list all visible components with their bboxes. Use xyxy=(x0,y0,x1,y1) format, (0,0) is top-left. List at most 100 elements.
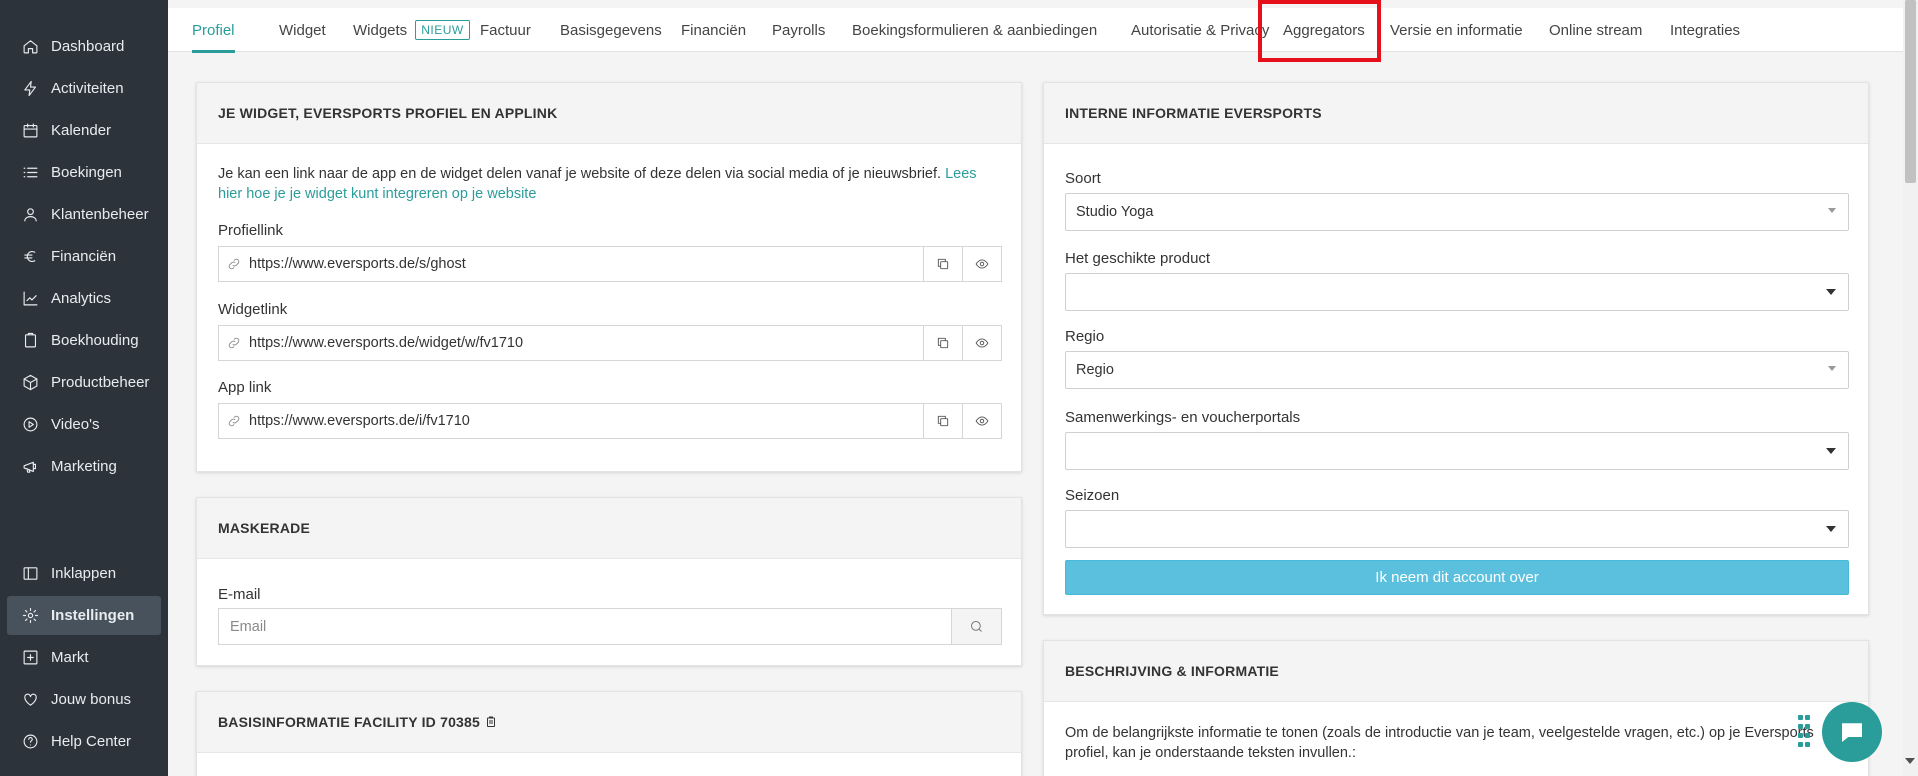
internal-info-card: INTERNE INFORMATIE EVERSPORTS Soort Stud… xyxy=(1043,82,1869,615)
sidebar-item-productbeheer[interactable]: Productbeheer xyxy=(7,363,161,402)
copy-icon xyxy=(937,258,949,270)
sidebar-item-label: Analytics xyxy=(51,290,112,307)
tab-versie-informatie[interactable]: Versie en informatie xyxy=(1378,8,1535,52)
search-icon xyxy=(971,621,982,632)
tab-factuur[interactable]: Factuur xyxy=(468,8,543,52)
tab-label: Financiën xyxy=(681,21,747,39)
scroll-down-arrow-icon[interactable] xyxy=(1905,758,1915,764)
tab-widgets[interactable]: Widgets NIEUW xyxy=(341,8,482,52)
sidebar-item-label: Activiteiten xyxy=(51,80,124,97)
tab-online-stream[interactable]: Online stream xyxy=(1537,8,1654,52)
sidebar: Dashboard Activiteiten Kalender Boekinge… xyxy=(0,0,168,776)
sidebar-item-label: Inklappen xyxy=(51,565,117,582)
home-icon xyxy=(21,38,39,56)
region-select[interactable]: Regio xyxy=(1065,351,1849,389)
play-circle-icon xyxy=(21,416,39,434)
portals-label: Samenwerkings- en voucherportals xyxy=(1065,409,1301,426)
sidebar-item-label: Markt xyxy=(51,649,89,666)
email-input[interactable] xyxy=(219,609,951,644)
preview-app-link-button[interactable] xyxy=(962,404,1001,438)
sidebar-item-label: Video's xyxy=(51,416,100,433)
type-select[interactable]: Studio Yoga xyxy=(1065,193,1849,231)
tab-boekingsformulieren[interactable]: Boekingsformulieren & aanbiedingen xyxy=(840,8,1109,52)
tab-profiel[interactable]: Profiel xyxy=(180,8,247,53)
tab-aggregators[interactable]: Aggregators xyxy=(1271,8,1377,52)
card-title: BASISINFORMATIE FACILITY ID 70385 xyxy=(197,692,1021,753)
chat-button[interactable] xyxy=(1822,702,1882,762)
sidebar-item-help-center[interactable]: Help Center xyxy=(7,722,161,761)
tab-widget[interactable]: Widget xyxy=(267,8,338,52)
copy-icon xyxy=(937,415,949,427)
profile-link-label: Profiellink xyxy=(218,222,284,239)
sidebar-item-label: Dashboard xyxy=(51,38,125,55)
tab-basisgegevens[interactable]: Basisgegevens xyxy=(548,8,674,52)
tab-label: Boekingsformulieren & aanbiedingen xyxy=(852,21,1098,39)
app-link-field[interactable]: https://www.eversports.de/i/fv1710 xyxy=(218,403,1002,439)
product-select[interactable] xyxy=(1065,273,1849,311)
copy-widget-link-button[interactable] xyxy=(923,326,962,360)
profile-link-url[interactable]: https://www.eversports.de/s/ghost xyxy=(249,256,923,272)
sidebar-item-label: Boekhouding xyxy=(51,332,139,349)
season-label: Seizoen xyxy=(1065,487,1120,504)
sidebar-item-analytics[interactable]: Analytics xyxy=(7,279,161,318)
basic-info-card: BASISINFORMATIE FACILITY ID 70385 xyxy=(196,691,1022,776)
sidebar-item-kalender[interactable]: Kalender xyxy=(7,111,161,150)
copy-icon xyxy=(937,337,949,349)
scrollbar-thumb[interactable] xyxy=(1905,0,1916,183)
help-circle-icon xyxy=(21,733,39,751)
preview-profile-link-button[interactable] xyxy=(962,247,1001,281)
sidebar-item-marketing[interactable]: Marketing xyxy=(7,447,161,486)
sidebar-item-klantenbeheer[interactable]: Klantenbeheer xyxy=(7,195,161,234)
eye-icon xyxy=(975,338,989,348)
season-select[interactable] xyxy=(1065,510,1849,548)
app-link-url[interactable]: https://www.eversports.de/i/fv1710 xyxy=(249,413,923,429)
megaphone-icon xyxy=(21,458,39,476)
basic-info-title: BASISINFORMATIE FACILITY ID 70385 xyxy=(218,714,481,730)
user-icon xyxy=(21,206,39,224)
description-card: BESCHRIJVING & INFORMATIE Om de belangri… xyxy=(1043,640,1869,776)
eye-icon xyxy=(975,259,989,269)
sidebar-item-inklappen[interactable]: Inklappen xyxy=(7,554,161,593)
take-over-account-button[interactable]: Ik neem dit account over xyxy=(1065,560,1849,595)
tab-integraties[interactable]: Integraties xyxy=(1658,8,1752,52)
tab-financien[interactable]: Financiën xyxy=(669,8,758,52)
sidebar-item-activiteiten[interactable]: Activiteiten xyxy=(7,69,161,108)
clipboard-copy-icon[interactable] xyxy=(485,716,497,728)
drag-handle-icon[interactable] xyxy=(1798,715,1810,749)
settings-tabs: Profiel Widget Widgets NIEUW Factuur Bas… xyxy=(168,8,1903,53)
sidebar-item-label: Marketing xyxy=(51,458,117,475)
region-value: Regio xyxy=(1076,362,1114,378)
sidebar-item-instellingen[interactable]: Instellingen xyxy=(7,596,161,635)
masquerade-card: MASKERADE E-mail xyxy=(196,497,1022,666)
search-button[interactable] xyxy=(951,609,1001,644)
widget-link-url[interactable]: https://www.eversports.de/widget/w/fv171… xyxy=(249,335,923,351)
portals-select[interactable] xyxy=(1065,432,1849,470)
sidebar-item-boekingen[interactable]: Boekingen xyxy=(7,153,161,192)
tab-payrolls[interactable]: Payrolls xyxy=(760,8,837,52)
copy-profile-link-button[interactable] xyxy=(923,247,962,281)
sidebar-item-videos[interactable]: Video's xyxy=(7,405,161,444)
chevron-down-icon xyxy=(1826,448,1836,454)
card-title: MASKERADE xyxy=(197,498,1021,559)
profile-link-field[interactable]: https://www.eversports.de/s/ghost xyxy=(218,246,1002,282)
sidebar-item-jouw-bonus[interactable]: Jouw bonus xyxy=(7,680,161,719)
tab-label: Widget xyxy=(279,21,326,39)
tab-autorisatie-privacy[interactable]: Autorisatie & Privacy xyxy=(1119,8,1281,52)
tab-label: Versie en informatie xyxy=(1390,21,1523,39)
widget-link-field[interactable]: https://www.eversports.de/widget/w/fv171… xyxy=(218,325,1002,361)
preview-widget-link-button[interactable] xyxy=(962,326,1001,360)
sidebar-item-label: Boekingen xyxy=(51,164,122,181)
sidebar-item-financien[interactable]: Financiën xyxy=(7,237,161,276)
sidebar-item-markt[interactable]: Markt xyxy=(7,638,161,677)
link-text-part2: hier hoe je je widget kunt integreren op… xyxy=(218,186,537,202)
link-text-part1: Lees xyxy=(945,166,977,182)
sidebar-item-dashboard[interactable]: Dashboard xyxy=(7,27,161,66)
copy-app-link-button[interactable] xyxy=(923,404,962,438)
chevron-down-icon xyxy=(1828,208,1836,213)
list-icon xyxy=(21,164,39,182)
sidebar-item-label: Help Center xyxy=(51,733,132,750)
collapse-icon xyxy=(21,565,39,583)
tab-label: Integraties xyxy=(1670,21,1741,39)
sidebar-item-boekhouding[interactable]: Boekhouding xyxy=(7,321,161,360)
chevron-down-icon xyxy=(1826,526,1836,532)
